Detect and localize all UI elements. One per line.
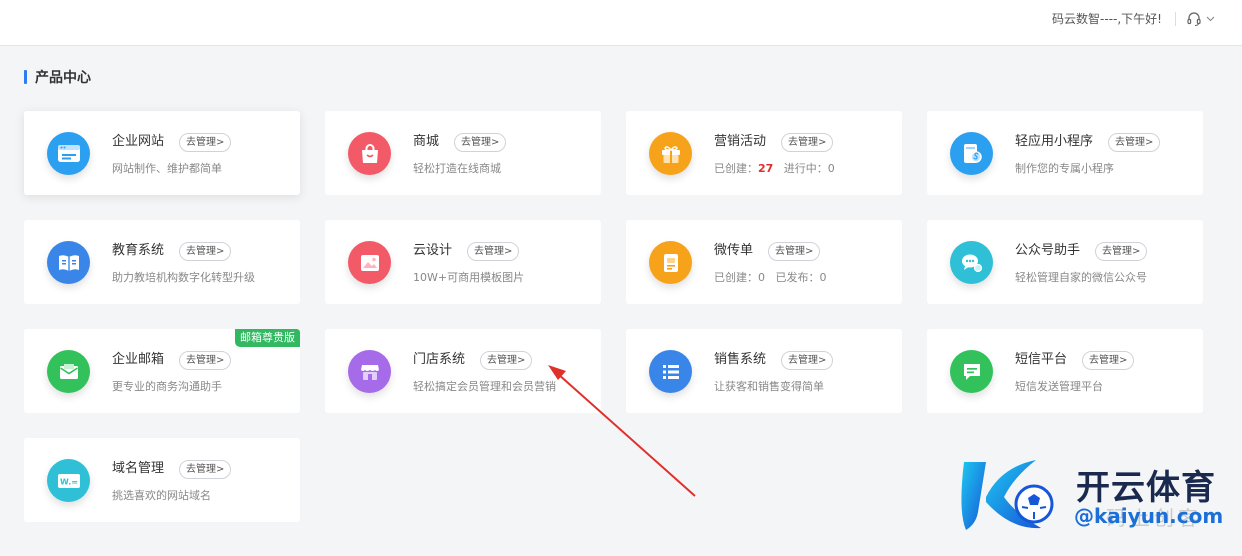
- manage-button[interactable]: 去管理>: [179, 351, 232, 370]
- product-card-marketing[interactable]: 营销活动 去管理> 已创建：27 进行中：0: [626, 111, 902, 195]
- product-card-sms-platform[interactable]: 短信平台 去管理> 短信发送管理平台: [927, 329, 1203, 413]
- product-card-flyer[interactable]: 微传单 去管理> 已创建：0 已发布：0: [626, 220, 902, 304]
- section-accent-bar: [24, 70, 27, 84]
- greeting-text: 码云数智----,下午好!: [1052, 12, 1162, 26]
- card-title: 门店系统: [413, 352, 466, 367]
- card-title: 云设计: [413, 243, 453, 258]
- card-title: 营销活动: [714, 134, 767, 149]
- headset-icon: [1186, 11, 1202, 27]
- card-title: 商城: [413, 134, 440, 149]
- card-description: 制作您的专属小程序: [1015, 162, 1114, 175]
- product-card-mini-program[interactable]: 轻应用小程序 去管理> 制作您的专属小程序: [927, 111, 1203, 195]
- top-bar: 码云数智----,下午好!: [0, 0, 1242, 46]
- product-card-website[interactable]: 企业网站 去管理> 网站制作、维护都简单: [24, 111, 300, 195]
- product-card-cloud-design[interactable]: 云设计 去管理> 10W+可商用模板图片: [325, 220, 601, 304]
- book-icon: [47, 241, 90, 284]
- chevron-down-icon: [1206, 16, 1215, 22]
- manage-button[interactable]: 去管理>: [1095, 242, 1148, 261]
- manage-button[interactable]: 去管理>: [179, 460, 232, 479]
- support-menu[interactable]: [1186, 9, 1220, 29]
- manage-button[interactable]: 去管理>: [1082, 351, 1135, 370]
- store-icon: [348, 350, 391, 393]
- svg-text:W.=: W.=: [60, 477, 78, 486]
- product-card-sales-system[interactable]: 销售系统 去管理> 让获客和销售变得简单: [626, 329, 902, 413]
- manage-button[interactable]: 去管理>: [1108, 133, 1161, 152]
- flyer-icon: [649, 241, 692, 284]
- card-title: 教育系统: [112, 243, 165, 258]
- manage-button[interactable]: 去管理>: [480, 351, 533, 370]
- card-description: 10W+可商用模板图片: [413, 271, 525, 284]
- website-icon: [47, 132, 90, 175]
- mini-program-icon: [950, 132, 993, 175]
- card-description: 轻松搞定会员管理和会员营销: [413, 380, 556, 393]
- card-title: 轻应用小程序: [1015, 134, 1094, 149]
- card-description: 助力教培机构数字化转型升级: [112, 271, 255, 284]
- product-card-mall[interactable]: 商城 去管理> 轻松打造在线商城: [325, 111, 601, 195]
- card-title: 短信平台: [1015, 352, 1068, 367]
- gift-icon: [649, 132, 692, 175]
- card-description: 轻松打造在线商城: [413, 162, 501, 175]
- card-description: 挑选喜欢的网站域名: [112, 489, 211, 502]
- shopping-bag-icon: [348, 132, 391, 175]
- product-card-wechat-assistant[interactable]: 公众号助手 去管理> 轻松管理自家的微信公众号: [927, 220, 1203, 304]
- message-icon: [950, 350, 993, 393]
- manage-button[interactable]: 去管理>: [179, 133, 232, 152]
- product-card-store-system[interactable]: 门店系统 去管理> 轻松搞定会员管理和会员营销: [325, 329, 601, 413]
- topbar-divider: [1175, 12, 1176, 26]
- card-title: 微传单: [714, 243, 754, 258]
- manage-button[interactable]: 去管理>: [781, 133, 834, 152]
- card-title: 公众号助手: [1015, 243, 1081, 258]
- domain-icon: W.=: [47, 459, 90, 502]
- card-description: 轻松管理自家的微信公众号: [1015, 271, 1147, 284]
- product-card-education[interactable]: 教育系统 去管理> 助力教培机构数字化转型升级: [24, 220, 300, 304]
- card-description: 更专业的商务沟通助手: [112, 380, 222, 393]
- section-title: 产品中心: [35, 70, 91, 86]
- product-card-domain[interactable]: W.= 域名管理 去管理> 挑选喜欢的网站域名: [24, 438, 300, 522]
- card-title: 企业网站: [112, 134, 165, 149]
- premium-badge: 邮箱尊贵版: [235, 329, 300, 347]
- wechat-icon: [950, 241, 993, 284]
- manage-button[interactable]: 去管理>: [768, 242, 821, 261]
- manage-button[interactable]: 去管理>: [454, 133, 507, 152]
- manage-button[interactable]: 去管理>: [467, 242, 520, 261]
- mail-icon: [47, 350, 90, 393]
- card-title: 企业邮箱: [112, 352, 165, 367]
- watermark-url: @kaiyun.com: [1074, 504, 1224, 528]
- manage-button[interactable]: 去管理>: [179, 242, 232, 261]
- card-description: 已创建：0 已发布：0: [714, 271, 827, 284]
- card-description: 已创建：27 进行中：0: [714, 162, 835, 175]
- product-card-enterprise-mail[interactable]: 邮箱尊贵版 企业邮箱 去管理> 更专业的商务沟通助手: [24, 329, 300, 413]
- manage-button[interactable]: 去管理>: [781, 351, 834, 370]
- card-description: 网站制作、维护都简单: [112, 162, 222, 175]
- created-count: 27: [758, 162, 774, 175]
- card-description: 短信发送管理平台: [1015, 380, 1103, 393]
- card-description: 让获客和销售变得简单: [714, 380, 824, 393]
- watermark-logo: 开云体育 码上创客 @kaiyun.com: [956, 452, 1236, 542]
- image-icon: [348, 241, 391, 284]
- card-title: 域名管理: [112, 461, 165, 476]
- card-title: 销售系统: [714, 352, 767, 367]
- list-icon: [649, 350, 692, 393]
- brand-logo-icon: [961, 460, 1054, 530]
- section-header: 产品中心: [24, 68, 91, 86]
